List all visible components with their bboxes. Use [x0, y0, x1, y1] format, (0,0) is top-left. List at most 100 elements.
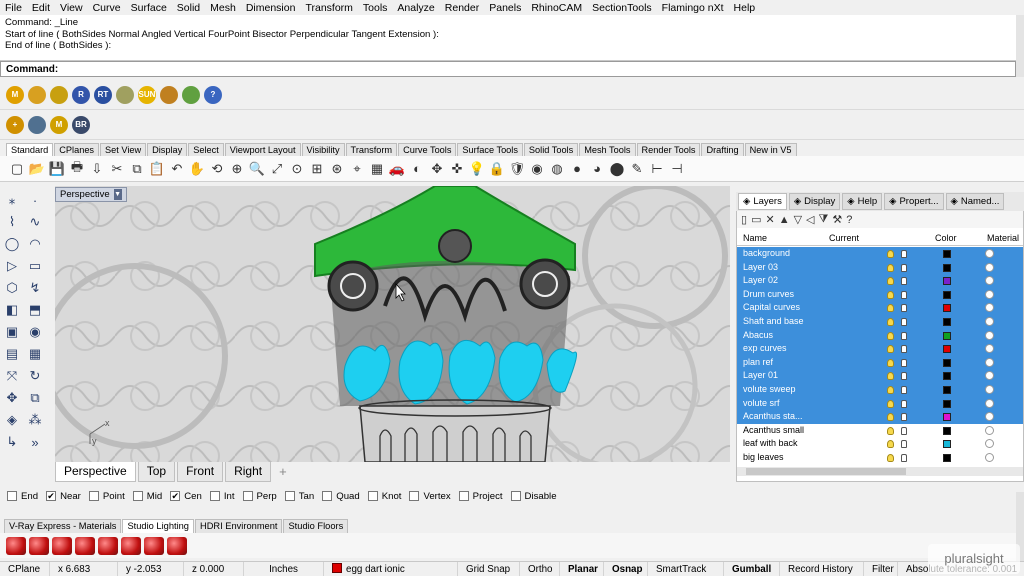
menu-item-solid[interactable]: Solid	[172, 2, 205, 14]
render-tab-v-ray-express-materials[interactable]: V-Ray Express - Materials	[4, 519, 122, 533]
panel-tab-layers[interactable]: ◈ Layers	[738, 193, 787, 210]
layer-row[interactable]: volute sweep	[737, 382, 1023, 397]
solid-icon[interactable]: ▤	[2, 344, 22, 364]
print-icon[interactable]: 🖶	[68, 159, 86, 178]
mesh-icon[interactable]: ▦	[25, 344, 45, 364]
layer-visible-icon[interactable]	[887, 453, 894, 462]
layer-row[interactable]: leaf with back	[737, 437, 1023, 451]
render-tab-studio-lighting[interactable]: Studio Lighting	[122, 519, 194, 533]
osnap-near[interactable]: ✔ Near	[46, 491, 81, 502]
box-icon[interactable]: ▣	[2, 322, 22, 342]
osnap-checkbox[interactable]	[132, 491, 143, 501]
gizmo-icon[interactable]: ✥	[428, 160, 446, 178]
material-swatch-icon[interactable]	[98, 536, 118, 555]
spline-icon[interactable]: ↯	[25, 278, 45, 298]
surface-icon[interactable]: ◧	[2, 300, 22, 320]
render-tab-studio-floors[interactable]: Studio Floors	[283, 519, 349, 533]
layer-row[interactable]: Capital curves	[737, 301, 1023, 315]
layer-lock-icon[interactable]	[901, 290, 907, 299]
osnap-icon[interactable]: ✜	[448, 160, 466, 178]
car-icon[interactable]: 🚗	[388, 160, 406, 178]
layer-visible-icon[interactable]	[887, 317, 894, 326]
zoom-extents-icon[interactable]: ⤢	[268, 160, 286, 178]
osnap-vertex[interactable]: Vertex	[409, 491, 451, 502]
extrude-icon[interactable]: ⬒	[25, 300, 45, 320]
layer-visible-icon[interactable]	[887, 358, 894, 367]
zoom-selected-icon[interactable]: ⊙	[288, 160, 306, 178]
m-icon[interactable]: M	[6, 85, 24, 104]
menu-item-help[interactable]: Help	[729, 2, 761, 14]
layer-material-icon[interactable]	[985, 316, 994, 326]
zoom-window-icon[interactable]: ⊕	[228, 160, 246, 178]
panel-tab-named[interactable]: ◈ Named...	[945, 193, 1005, 210]
gumball-toggle[interactable]: Gumball	[724, 561, 780, 576]
material-swatch-icon[interactable]	[6, 536, 26, 555]
grid-snap-toggle[interactable]: Grid Snap	[458, 561, 520, 576]
br-icon[interactable]: BR	[72, 115, 90, 134]
tab-cplanes[interactable]: CPlanes	[54, 143, 100, 156]
new-icon[interactable]: ▢	[8, 160, 26, 178]
grid-icon[interactable]: ▦	[368, 160, 386, 178]
menu-item-render[interactable]: Render	[440, 2, 484, 14]
menu-item-curve[interactable]: Curve	[88, 2, 126, 14]
arc-icon[interactable]: ◠	[25, 234, 45, 254]
layer-row[interactable]: Shaft and base	[737, 314, 1023, 329]
group-icon[interactable]: ⧉	[25, 388, 45, 408]
tab-select[interactable]: Select	[188, 143, 224, 156]
layer-color-swatch[interactable]	[943, 372, 951, 381]
osnap-checkbox[interactable]	[242, 491, 253, 501]
material-swatch-icon[interactable]	[167, 536, 187, 555]
layer-visible-icon[interactable]	[887, 345, 894, 354]
layer-material-icon[interactable]	[985, 398, 994, 408]
osnap-checkbox[interactable]	[209, 491, 220, 501]
layer-row[interactable]: Abacus	[737, 328, 1023, 343]
move-parent-icon[interactable]: ◁	[806, 213, 814, 226]
layer-row[interactable]: volute srf	[737, 396, 1023, 411]
dimension-icon[interactable]: ⊢	[648, 160, 666, 178]
layer-lock-icon[interactable]	[901, 413, 907, 422]
rotate-tool-icon[interactable]: ↻	[25, 366, 45, 386]
ruler-icon[interactable]: ⊣	[668, 160, 686, 178]
menu-item-panels[interactable]: Panels	[484, 2, 526, 14]
render-icon[interactable]: ◕	[588, 160, 606, 178]
sphere-icon[interactable]: ⬤	[608, 160, 626, 178]
osnap-checkbox[interactable]: ✔	[170, 491, 181, 501]
transform-icon[interactable]: ⤧	[2, 366, 22, 386]
copy-icon[interactable]: ⧉	[128, 160, 146, 178]
layer-lock-icon[interactable]	[901, 453, 907, 462]
viewport-tab-perspective[interactable]: Perspective	[55, 462, 136, 482]
osnap-int[interactable]: Int	[209, 491, 235, 502]
new-sublayer-icon[interactable]: ▭	[751, 213, 761, 226]
tab-standard[interactable]: Standard	[6, 143, 54, 156]
layer-lock-icon[interactable]	[901, 304, 907, 313]
undo-icon[interactable]: ↶	[168, 160, 186, 178]
menu-item-rhinocam[interactable]: RhinoCAM	[526, 2, 587, 14]
layer-row[interactable]: Layer 03	[737, 260, 1023, 275]
layer-material-icon[interactable]	[985, 276, 994, 286]
pencil-icon[interactable]: ✎	[628, 160, 646, 178]
menu-item-surface[interactable]: Surface	[126, 2, 172, 14]
osnap-cen[interactable]: ✔ Cen	[170, 491, 202, 502]
r-icon[interactable]: R	[72, 85, 90, 104]
osnap-tan[interactable]: Tan	[284, 491, 314, 502]
osnap-perp[interactable]: Perp	[242, 491, 277, 502]
layer-lock-icon[interactable]	[901, 372, 907, 381]
panel-tab-display[interactable]: ◈ Display	[788, 193, 841, 210]
osnap-knot[interactable]: Knot	[367, 491, 401, 502]
polygon-icon[interactable]: ⬡	[2, 278, 22, 298]
material-swatch-icon[interactable]	[29, 536, 49, 555]
layer-material-icon[interactable]	[985, 303, 994, 313]
tab-display[interactable]: Display	[147, 143, 188, 156]
curve-icon[interactable]: ∿	[25, 212, 45, 232]
delete-layer-icon[interactable]: ✕	[765, 213, 774, 226]
layer-color-swatch[interactable]	[943, 440, 951, 449]
mi-icon[interactable]: M	[50, 115, 68, 134]
osnap-mid[interactable]: Mid	[132, 491, 162, 502]
layer-lock-icon[interactable]	[901, 440, 907, 449]
osnap-checkbox[interactable]	[284, 491, 295, 501]
command-scrollbar[interactable]	[1016, 15, 1024, 77]
layer-material-icon[interactable]	[985, 384, 994, 394]
viewport-menu-icon[interactable]: ▼	[113, 189, 122, 200]
tab-transform[interactable]: Transform	[345, 143, 398, 156]
layer-color-swatch[interactable]	[943, 385, 951, 394]
